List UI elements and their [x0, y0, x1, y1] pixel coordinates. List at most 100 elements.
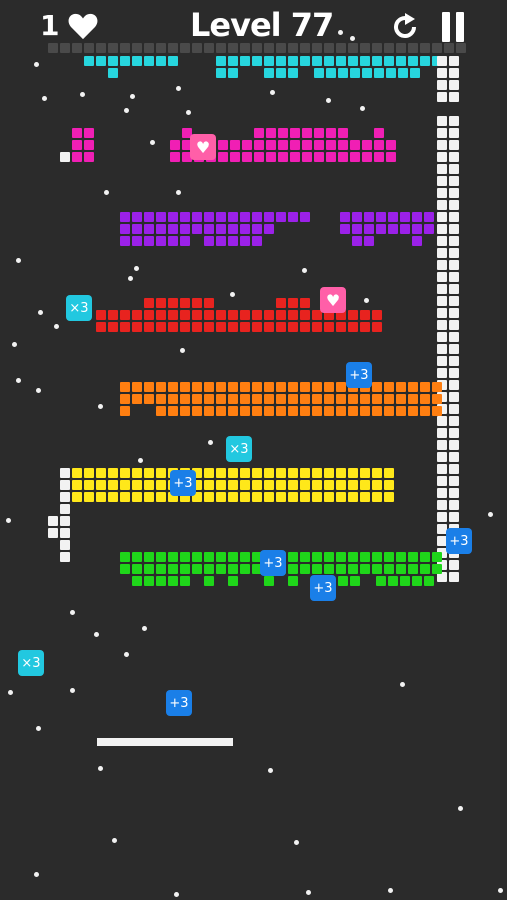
brick-green [180, 576, 190, 586]
wall-brick [72, 43, 82, 53]
heart-icon [68, 13, 98, 40]
brick-magenta [350, 140, 360, 150]
brick-magenta [326, 140, 336, 150]
brick-red [252, 310, 262, 320]
level-title: Level 77 [190, 6, 334, 44]
brick-red [192, 322, 202, 332]
brick-orange [312, 394, 322, 404]
brick-purple [132, 212, 142, 222]
brick-green [288, 564, 298, 574]
brick-yellow [84, 468, 94, 478]
extra-life-powerup: ♥ [190, 134, 216, 160]
brick-cyan [132, 56, 142, 66]
brick-green [384, 564, 394, 574]
brick-red [144, 322, 154, 332]
brick-green [336, 564, 346, 574]
brick-purple [240, 224, 250, 234]
wall-brick [449, 404, 459, 414]
brick-yellow [216, 468, 226, 478]
wall-brick [437, 464, 447, 474]
brick-yellow [252, 480, 262, 490]
ball [128, 276, 133, 281]
brick-red [276, 310, 286, 320]
brick-orange [276, 394, 286, 404]
brick-cyan [288, 56, 298, 66]
wall-brick [144, 43, 154, 53]
brick-orange [300, 394, 310, 404]
brick-green [144, 552, 154, 562]
brick-orange [288, 406, 298, 416]
brick-cyan [216, 56, 226, 66]
brick-magenta [254, 128, 264, 138]
wall-brick [384, 43, 394, 53]
brick-yellow [348, 468, 358, 478]
brick-cyan [326, 68, 336, 78]
brick-yellow [96, 492, 106, 502]
brick-yellow [72, 480, 82, 490]
brick-red [216, 310, 226, 320]
brick-cyan [338, 68, 348, 78]
brick-orange [420, 394, 430, 404]
wall-brick [437, 80, 447, 90]
wall-brick [449, 320, 459, 330]
brick-orange [192, 394, 202, 404]
brick-cyan [312, 56, 322, 66]
brick-yellow [144, 468, 154, 478]
pause-button[interactable] [440, 12, 466, 42]
ball [338, 30, 343, 35]
brick-purple [400, 224, 410, 234]
brick-green [216, 552, 226, 562]
wall-brick [48, 43, 58, 53]
brick-purple [120, 224, 130, 234]
brick-yellow [144, 480, 154, 490]
brick-green [396, 552, 406, 562]
wall-brick [432, 43, 442, 53]
ball [112, 838, 117, 843]
pause-icon [442, 12, 450, 42]
brick-cyan [350, 68, 360, 78]
brick-yellow [312, 480, 322, 490]
brick-purple [364, 212, 374, 222]
brick-yellow [204, 468, 214, 478]
brick-orange [420, 406, 430, 416]
brick-green [336, 552, 346, 562]
wall-brick [449, 380, 459, 390]
brick-green [228, 564, 238, 574]
brick-cyan [336, 56, 346, 66]
brick-magenta [302, 140, 312, 150]
wall-brick [449, 332, 459, 342]
brick-magenta [386, 140, 396, 150]
game-canvas[interactable]: ×3 +3 ×3 +3 +3 +3 +3 ×3 +3 ♥ ♥ 1 Level 77 [0, 0, 507, 900]
wall-brick [449, 248, 459, 258]
paddle[interactable] [97, 738, 233, 746]
brick-orange [372, 406, 382, 416]
brick-magenta [84, 128, 94, 138]
brick-green [384, 552, 394, 562]
wall-brick [449, 356, 459, 366]
wall-brick [449, 212, 459, 222]
wall-brick [449, 476, 459, 486]
wall-brick [437, 344, 447, 354]
brick-cyan [156, 56, 166, 66]
wall-brick [437, 512, 447, 522]
wall-brick [437, 152, 447, 162]
brick-red [132, 310, 142, 320]
brick-yellow [84, 492, 94, 502]
restart-icon[interactable] [390, 12, 420, 42]
brick-red [372, 310, 382, 320]
brick-magenta [242, 140, 252, 150]
ball [400, 682, 405, 687]
brick-orange [360, 394, 370, 404]
brick-orange [216, 406, 226, 416]
brick-red [360, 322, 370, 332]
wall-brick [204, 43, 214, 53]
wall-brick [132, 43, 142, 53]
brick-cyan [168, 56, 178, 66]
brick-red [348, 322, 358, 332]
wall-brick [449, 500, 459, 510]
brick-purple [364, 224, 374, 234]
brick-orange [348, 406, 358, 416]
wall-brick [60, 552, 70, 562]
ball [488, 512, 493, 517]
brick-yellow [360, 480, 370, 490]
